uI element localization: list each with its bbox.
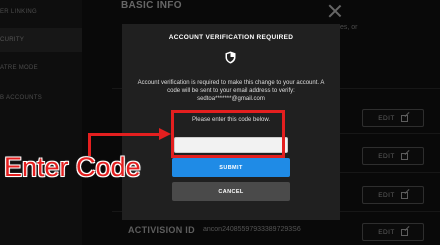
- enter-code-callout: Enter Code: [4, 152, 141, 182]
- arrow-right-icon: [159, 128, 171, 140]
- arrow-stem-horizontal: [88, 133, 160, 136]
- highlight-box: [171, 110, 285, 158]
- masked-email: sedtoa*******@gmail.com: [197, 96, 265, 102]
- cancel-button[interactable]: CANCEL: [172, 182, 290, 201]
- submit-button[interactable]: SUBMIT: [172, 158, 290, 177]
- shield-icon: [225, 51, 236, 64]
- modal-message: Account verification is required to make…: [137, 80, 325, 94]
- modal-title: ACCOUNT VERIFICATION REQUIRED: [168, 34, 294, 41]
